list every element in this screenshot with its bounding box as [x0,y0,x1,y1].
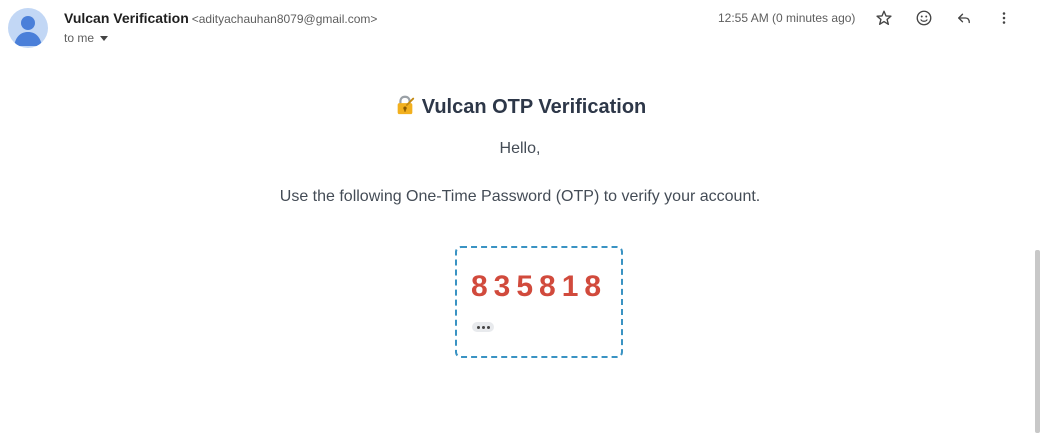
reply-button[interactable] [952,6,976,30]
emoji-icon [916,10,932,26]
recipient-label: to me [64,31,95,45]
avatar[interactable] [8,8,48,48]
ellipsis-dot [476,325,480,329]
otp-code[interactable]: 835818 [471,270,607,304]
reply-icon [958,13,970,24]
greeting-text: Hello, [499,140,541,157]
otp-box: 835818 [455,246,623,358]
email-title-text: Vulcan OTP Verification [421,96,647,118]
sender-email: <adityachauhan8079@gmail.com> [191,12,378,26]
instruction-text: Use the following One-Time Password (OTP… [279,188,761,205]
scrollbar[interactable] [1035,250,1040,433]
star-button[interactable] [872,6,896,30]
email-view: Vulcan Verification <adityachauhan8079@gm… [0,0,1040,433]
person-icon [14,16,42,46]
more-options-button[interactable] [992,6,1016,30]
recipient-details-toggle[interactable]: to me [64,31,109,45]
sender-info: Vulcan Verification <adityachauhan8079@gm… [64,10,377,26]
more-vert-icon [1002,12,1006,24]
star-icon [876,10,892,25]
timestamp: 12:55 AM (0 minutes ago) [718,11,856,25]
email-title: Vulcan OTP Verification [0,94,1040,119]
ellipsis-dot [486,325,490,329]
add-reaction-button[interactable] [912,6,936,30]
lock-icon [397,95,414,115]
ellipsis-dot [481,325,485,329]
sender-name[interactable]: Vulcan Verification [64,10,189,26]
caret-down-icon [100,35,109,41]
show-trimmed-content-button[interactable] [472,322,494,332]
